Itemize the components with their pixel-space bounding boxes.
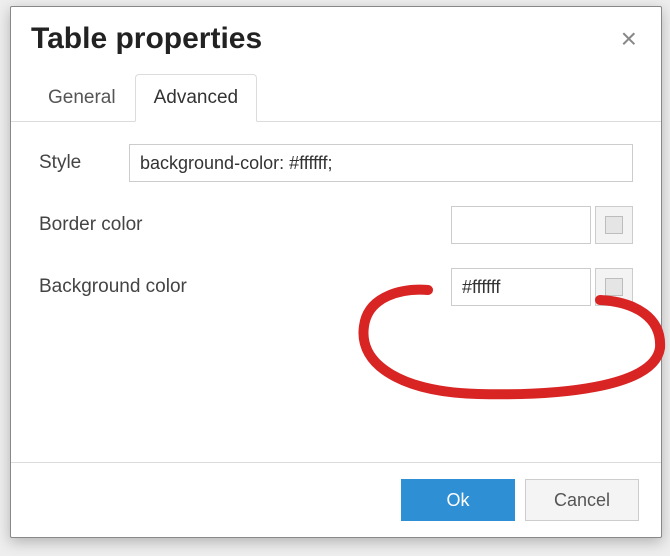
background-color-label: Background color <box>39 276 239 298</box>
border-color-picker-button[interactable] <box>595 206 633 244</box>
dialog-header: Table properties × <box>11 7 661 67</box>
table-properties-dialog: Table properties × General Advanced Styl… <box>10 6 662 538</box>
close-icon[interactable]: × <box>617 21 641 57</box>
tab-general[interactable]: General <box>29 74 135 122</box>
style-row: Style <box>39 144 633 182</box>
dialog-body: Style Border color Background color <box>11 122 661 462</box>
background-color-swatch-icon <box>605 278 623 296</box>
border-color-input[interactable] <box>451 206 591 244</box>
border-color-swatch-icon <box>605 216 623 234</box>
tabs: General Advanced <box>11 73 661 122</box>
background-color-row: Background color <box>39 268 633 306</box>
ok-button[interactable]: Ok <box>401 479 515 521</box>
dialog-footer: Ok Cancel <box>11 462 661 537</box>
style-label: Style <box>39 152 129 174</box>
border-color-row: Border color <box>39 206 633 244</box>
border-color-label: Border color <box>39 214 239 236</box>
cancel-button[interactable]: Cancel <box>525 479 639 521</box>
tab-advanced[interactable]: Advanced <box>135 74 258 122</box>
dialog-title: Table properties <box>31 22 617 56</box>
style-input[interactable] <box>129 144 633 182</box>
background-color-input[interactable] <box>451 268 591 306</box>
background-color-picker-button[interactable] <box>595 268 633 306</box>
